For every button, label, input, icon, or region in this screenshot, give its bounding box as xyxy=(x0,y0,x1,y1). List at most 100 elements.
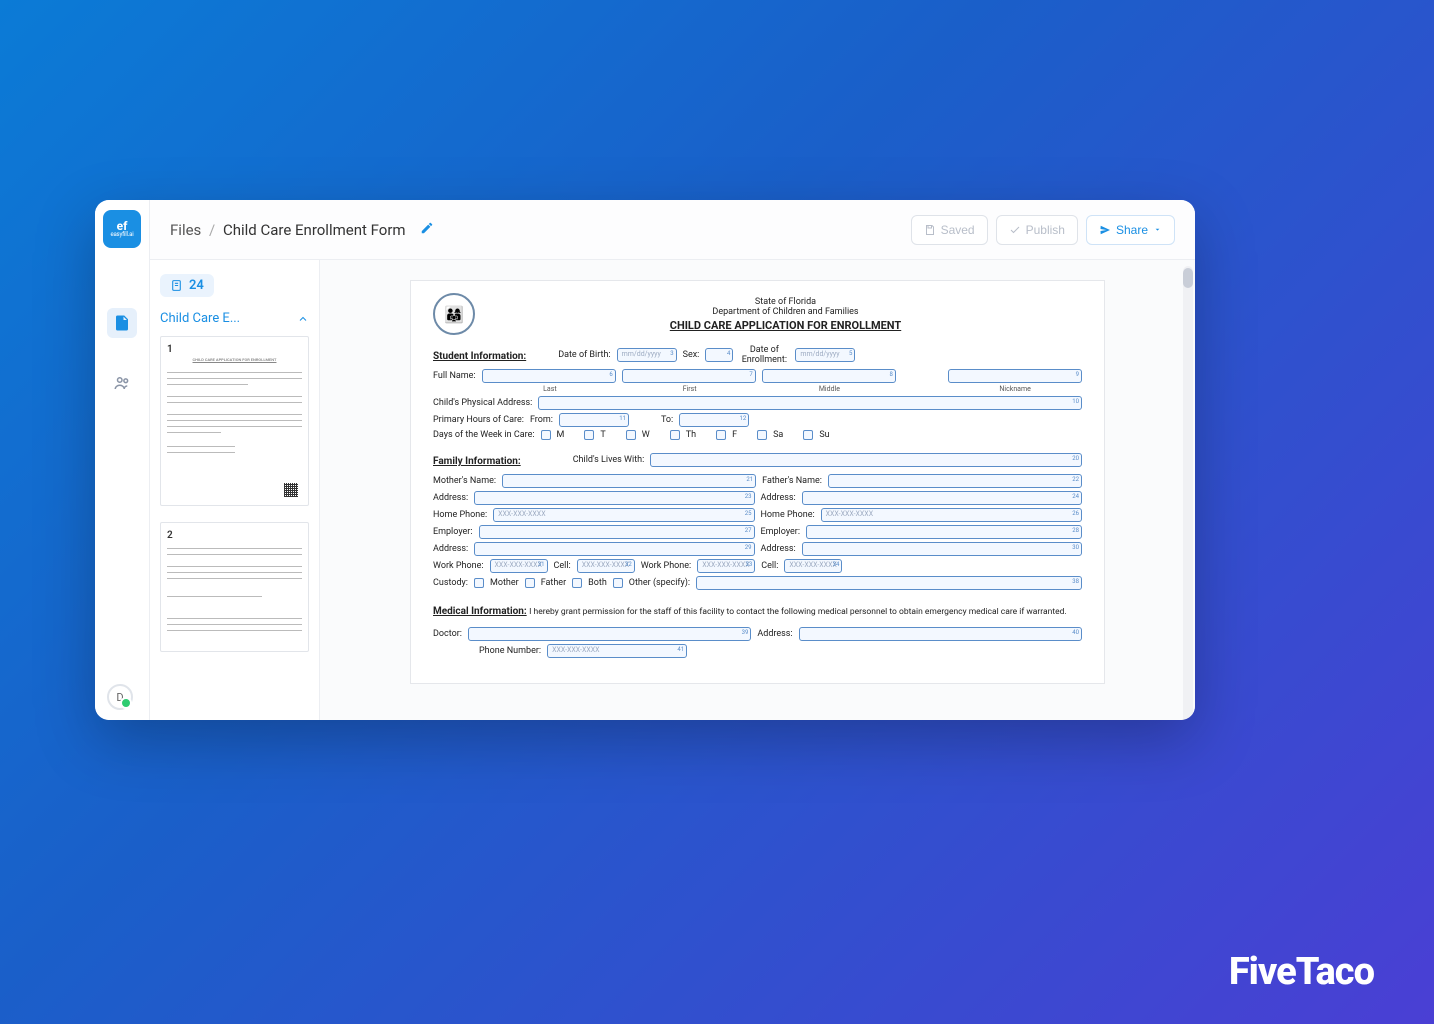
avatar[interactable]: D xyxy=(107,684,133,710)
mother-work-phone[interactable]: XXX-XXX-XXXX xyxy=(490,559,548,573)
files-nav-icon[interactable] xyxy=(107,308,137,338)
addr-row: Child's Physical Address: xyxy=(433,396,1082,410)
days-label: Days of the Week in Care: xyxy=(433,430,535,440)
scrollbar-thumb[interactable] xyxy=(1183,268,1193,288)
father-addr-field[interactable] xyxy=(802,491,1082,505)
middle-field[interactable] xyxy=(762,369,896,383)
logo-bottom: easyfill.ai xyxy=(111,232,134,238)
sub-nickname: Nickname xyxy=(948,385,1082,393)
cb-custody-mother[interactable] xyxy=(474,578,484,588)
breadcrumb: Files / Child Care Enrollment Form xyxy=(170,221,406,239)
main-area: Files / Child Care Enrollment Form Saved… xyxy=(150,200,1195,720)
page-thumb-2[interactable]: 2 xyxy=(160,522,309,652)
custody-other-field[interactable] xyxy=(696,576,1082,590)
student-heading-row: Student Information: Date of Birth: mm/d… xyxy=(433,343,1082,366)
edit-title-icon[interactable] xyxy=(420,220,434,239)
sex-label: Sex: xyxy=(683,350,700,360)
hours-label: Primary Hours of Care: xyxy=(433,415,524,425)
mother-addr-field[interactable] xyxy=(474,491,754,505)
form-page: 👨‍👩‍👧 State of Florida Department of Chi… xyxy=(410,280,1105,684)
enroll-field[interactable]: mm/dd/yyyy xyxy=(795,348,855,362)
to-label: To: xyxy=(661,415,673,425)
qr-icon xyxy=(284,483,298,497)
avatar-initial: D xyxy=(116,691,123,704)
mother-home-phone[interactable]: XXX-XXX-XXXX xyxy=(493,508,754,522)
field-count-badge: 24 xyxy=(160,274,214,297)
mother-cell[interactable]: XXX-XXX-XXXX xyxy=(577,559,635,573)
sub-last: Last xyxy=(483,385,617,393)
share-button[interactable]: Share xyxy=(1086,215,1175,245)
cb-su[interactable] xyxy=(803,430,813,440)
left-rail: ef easyfill.ai D xyxy=(95,200,150,720)
chevron-down-icon xyxy=(1153,225,1162,234)
page-thumb-1[interactable]: 1 CHILD CARE APPLICATION FOR ENROLLMENT xyxy=(160,336,309,506)
from-label: From: xyxy=(530,415,553,425)
days-row: Days of the Week in Care: M T W Th F Sa xyxy=(433,430,1082,440)
form-header: 👨‍👩‍👧 State of Florida Department of Chi… xyxy=(433,293,1082,335)
mother-emp-addr[interactable] xyxy=(474,542,754,556)
cb-th[interactable] xyxy=(670,430,680,440)
doc-name-row[interactable]: Child Care E... xyxy=(160,311,309,326)
from-field[interactable] xyxy=(559,413,629,427)
share-label: Share xyxy=(1116,223,1148,237)
last-field[interactable] xyxy=(482,369,616,383)
to-field[interactable] xyxy=(679,413,749,427)
doc-name: Child Care E... xyxy=(160,311,240,326)
doctor-phone-field[interactable]: XXX-XXX-XXXX xyxy=(547,644,687,658)
cb-m[interactable] xyxy=(541,430,551,440)
cb-custody-both[interactable] xyxy=(572,578,582,588)
sub-middle: Middle xyxy=(763,385,897,393)
student-heading: Student Information: xyxy=(433,351,526,362)
state-line: State of Florida xyxy=(489,297,1082,307)
mother-name-field[interactable] xyxy=(502,474,756,488)
app-window: ef easyfill.ai D Files / Child Care Enro… xyxy=(95,200,1195,720)
breadcrumb-sep: / xyxy=(209,221,215,239)
medical-heading: Medical Information: xyxy=(433,606,527,617)
field-count-value: 24 xyxy=(189,278,204,293)
cb-t[interactable] xyxy=(584,430,594,440)
addr-field[interactable] xyxy=(538,396,1082,410)
first-field[interactable] xyxy=(622,369,756,383)
breadcrumb-current: Child Care Enrollment Form xyxy=(223,221,406,239)
doctor-field[interactable] xyxy=(468,627,751,641)
saved-button[interactable]: Saved xyxy=(911,215,988,245)
nickname-field[interactable] xyxy=(948,369,1082,383)
breadcrumb-root[interactable]: Files xyxy=(170,221,201,239)
addr-label: Child's Physical Address: xyxy=(433,398,532,408)
chevron-up-icon xyxy=(297,313,309,325)
cb-sa[interactable] xyxy=(757,430,767,440)
father-cell[interactable]: XXX-XXX-XXXX xyxy=(784,559,842,573)
cb-w[interactable] xyxy=(626,430,636,440)
father-home-phone[interactable]: XXX-XXX-XXXX xyxy=(821,508,1082,522)
seal-icon: 👨‍👩‍👧 xyxy=(433,293,475,335)
cb-custody-father[interactable] xyxy=(525,578,535,588)
content-row: 24 Child Care E... 1 CHILD CARE APPLICAT… xyxy=(150,260,1195,720)
form-title: CHILD CARE APPLICATION FOR ENROLLMENT xyxy=(489,319,1082,332)
scrollbar-track[interactable] xyxy=(1183,266,1193,720)
lives-with-field[interactable] xyxy=(650,453,1082,467)
saved-label: Saved xyxy=(941,223,975,237)
watermark: FiveTaco xyxy=(1229,950,1374,994)
fullname-row: Full Name: xyxy=(433,369,1082,383)
father-work-phone[interactable]: XXX-XXX-XXXX xyxy=(697,559,755,573)
form-view[interactable]: 👨‍👩‍👧 State of Florida Department of Chi… xyxy=(320,260,1195,720)
doctor-addr-field[interactable] xyxy=(799,627,1082,641)
sex-field[interactable] xyxy=(705,348,733,362)
cb-f[interactable] xyxy=(716,430,726,440)
lives-with-label: Child's Lives With: xyxy=(573,455,645,465)
father-employer[interactable] xyxy=(806,525,1082,539)
topbar: Files / Child Care Enrollment Form Saved… xyxy=(150,200,1195,260)
dob-field[interactable]: mm/dd/yyyy xyxy=(617,348,677,362)
enroll-label: Date of Enrollment: xyxy=(739,345,789,365)
medical-consent: I hereby grant permission for the staff … xyxy=(529,607,1067,617)
family-heading: Family Information: xyxy=(433,456,521,467)
cb-custody-other[interactable] xyxy=(613,578,623,588)
father-name-field[interactable] xyxy=(828,474,1082,488)
people-nav-icon[interactable] xyxy=(107,368,137,398)
fullname-label: Full Name: xyxy=(433,371,476,381)
publish-button[interactable]: Publish xyxy=(996,215,1078,245)
father-emp-addr[interactable] xyxy=(802,542,1082,556)
side-panel: 24 Child Care E... 1 CHILD CARE APPLICAT… xyxy=(150,260,320,720)
sub-first: First xyxy=(623,385,757,393)
mother-employer[interactable] xyxy=(479,525,755,539)
